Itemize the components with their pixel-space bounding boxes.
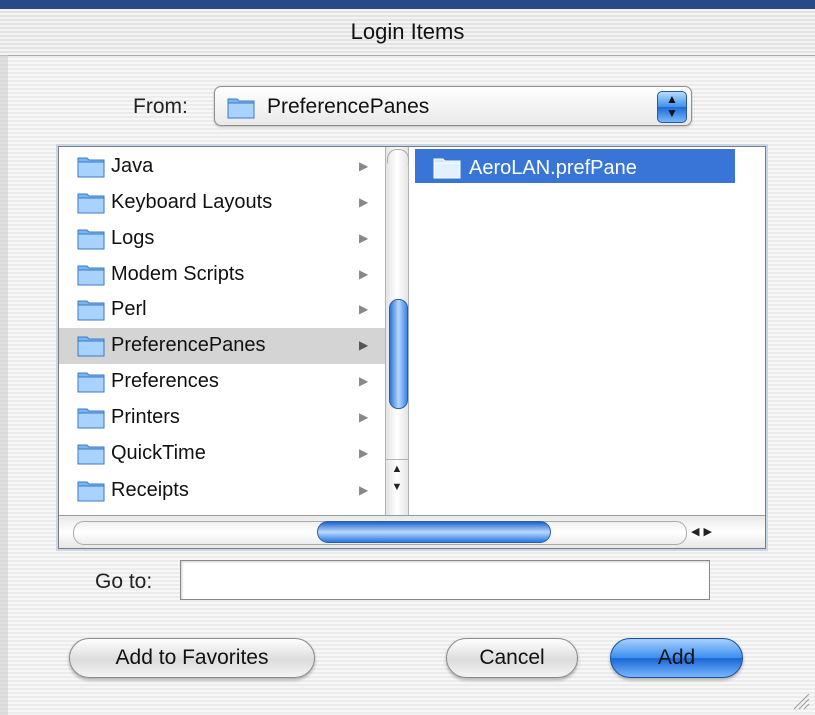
chevron-right-icon: ▶	[359, 231, 369, 245]
folder-icon	[77, 369, 105, 398]
list-item-label: Java	[111, 155, 154, 177]
from-popup-value: PreferencePanes	[267, 95, 430, 118]
add-to-favorites-button[interactable]: Add to Favorites	[69, 638, 315, 678]
folder-icon	[227, 95, 255, 124]
folder-icon	[77, 405, 105, 434]
add-button[interactable]: Add	[610, 638, 743, 678]
list-item[interactable]: Logs ▶	[59, 221, 385, 257]
resize-grip-icon[interactable]	[790, 690, 810, 710]
list-item[interactable]: Perl ▶	[59, 292, 385, 328]
list-item[interactable]: Modem Scripts ▶	[59, 257, 385, 293]
chevron-right-icon: ▶	[359, 374, 369, 388]
from-popup[interactable]: PreferencePanes ▲ ▼	[214, 86, 692, 126]
list-item[interactable]: PreferencePanes ▶	[59, 328, 385, 364]
folder-icon	[77, 297, 105, 326]
goto-field[interactable]	[180, 560, 710, 600]
list-item-label: AeroLAN.prefPane	[469, 157, 637, 179]
window-title: Login Items	[350, 19, 465, 44]
scrollbar-cap	[387, 149, 409, 164]
list-item[interactable]: Java ▶	[59, 149, 385, 185]
list-item[interactable]: Preferences ▶	[59, 364, 385, 400]
list-item-label: Logs	[111, 227, 155, 249]
list-item[interactable]: Receipts ▶	[59, 473, 385, 509]
list-item-label: QuickTime	[111, 442, 206, 464]
popup-stepper-icon: ▲ ▼	[657, 91, 687, 123]
folder-icon	[433, 155, 461, 184]
goto-label: Go to:	[95, 570, 153, 593]
list-item-label: Printers	[111, 406, 180, 428]
scroll-arrows-icon[interactable]: ◀▶	[691, 521, 731, 543]
folder-icon	[77, 154, 105, 183]
vertical-scrollbar[interactable]: ▲ ▼	[385, 147, 409, 515]
horizontal-scroll-thumb[interactable]	[317, 521, 551, 543]
list-item-label: Perl	[111, 298, 147, 320]
chevron-right-icon: ▶	[359, 195, 369, 209]
chevron-right-icon: ▶	[359, 267, 369, 281]
cancel-button[interactable]: Cancel	[446, 638, 578, 678]
folder-icon	[77, 190, 105, 219]
chevron-right-icon: ▶	[359, 302, 369, 316]
file-browser: Java ▶ Keyboard Layouts ▶ Logs ▶ Modem S…	[58, 146, 766, 549]
browser-column-2: AeroLAN.prefPane	[409, 147, 765, 515]
chevron-right-icon: ▶	[359, 483, 369, 497]
chevron-right-icon: ▶	[359, 338, 369, 352]
list-item-label: Receipts	[111, 479, 189, 501]
chevron-right-icon: ▶	[359, 446, 369, 460]
list-item-label: PreferencePanes	[111, 334, 266, 356]
chevron-right-icon: ▶	[359, 410, 369, 424]
browser-column-1: Java ▶ Keyboard Layouts ▶ Logs ▶ Modem S…	[59, 147, 385, 515]
folder-icon	[77, 226, 105, 255]
folder-icon	[77, 441, 105, 470]
window-top-rule	[0, 0, 815, 9]
scroll-arrows-icon[interactable]: ▲ ▼	[386, 459, 408, 516]
horizontal-scrollbar[interactable]: ◀▶	[59, 515, 765, 548]
list-item[interactable]: Printers ▶	[59, 400, 385, 436]
list-item[interactable]: Keyboard Layouts ▶	[59, 185, 385, 221]
folder-icon	[77, 262, 105, 291]
background-window-edge	[0, 55, 8, 715]
from-label: From:	[133, 95, 188, 118]
list-item-label: Modem Scripts	[111, 263, 245, 285]
list-item-label: Keyboard Layouts	[111, 191, 273, 213]
vertical-scroll-thumb[interactable]	[389, 299, 408, 409]
folder-icon	[77, 333, 105, 362]
list-item-selected[interactable]: AeroLAN.prefPane	[415, 149, 735, 183]
list-item[interactable]: QuickTime ▶	[59, 436, 385, 472]
chevron-right-icon: ▶	[359, 159, 369, 173]
folder-icon	[77, 478, 105, 507]
list-item-label: Preferences	[111, 370, 219, 392]
